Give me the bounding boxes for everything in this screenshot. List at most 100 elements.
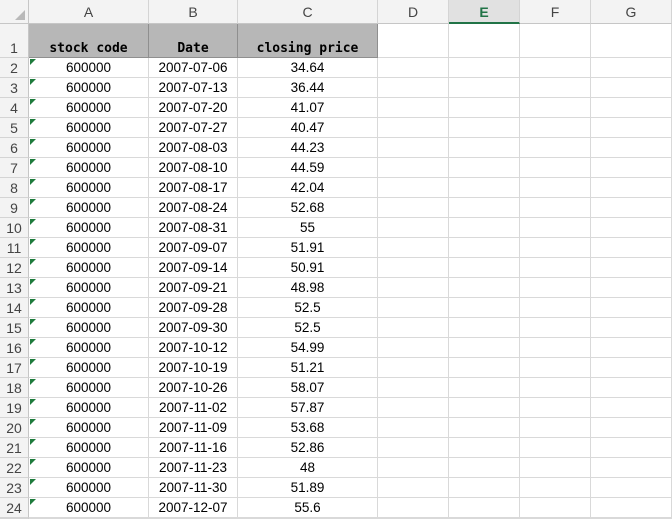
cell-a8[interactable]: 600000 [29, 178, 149, 198]
cell-f18[interactable] [520, 378, 591, 398]
row-header-19[interactable]: 19 [0, 398, 29, 418]
column-header-c[interactable]: C [238, 0, 378, 24]
column-header-b[interactable]: B [149, 0, 238, 24]
cell-d16[interactable] [378, 338, 449, 358]
cell-e18[interactable] [449, 378, 520, 398]
cell-e11[interactable] [449, 238, 520, 258]
cell-f17[interactable] [520, 358, 591, 378]
cell-a15[interactable]: 600000 [29, 318, 149, 338]
cell-a17[interactable]: 600000 [29, 358, 149, 378]
cell-c20[interactable]: 53.68 [238, 418, 378, 438]
cell-c12[interactable]: 50.91 [238, 258, 378, 278]
cell-g5[interactable] [591, 118, 672, 138]
cell-e20[interactable] [449, 418, 520, 438]
cell-e17[interactable] [449, 358, 520, 378]
cell-f11[interactable] [520, 238, 591, 258]
column-header-d[interactable]: D [378, 0, 449, 24]
cell-e2[interactable] [449, 58, 520, 78]
cell-g19[interactable] [591, 398, 672, 418]
cell-a22[interactable]: 600000 [29, 458, 149, 478]
cell-e9[interactable] [449, 198, 520, 218]
cell-g4[interactable] [591, 98, 672, 118]
cell-b6[interactable]: 2007-08-03 [149, 138, 238, 158]
cell-a16[interactable]: 600000 [29, 338, 149, 358]
cell-c3[interactable]: 36.44 [238, 78, 378, 98]
cell-d18[interactable] [378, 378, 449, 398]
cell-e24[interactable] [449, 498, 520, 518]
cell-g18[interactable] [591, 378, 672, 398]
cell-e19[interactable] [449, 398, 520, 418]
cell-a14[interactable]: 600000 [29, 298, 149, 318]
cell-g10[interactable] [591, 218, 672, 238]
cell-d3[interactable] [378, 78, 449, 98]
cell-d12[interactable] [378, 258, 449, 278]
cell-c18[interactable]: 58.07 [238, 378, 378, 398]
cell-g7[interactable] [591, 158, 672, 178]
cell-f23[interactable] [520, 478, 591, 498]
cell-c10[interactable]: 55 [238, 218, 378, 238]
cell-d24[interactable] [378, 498, 449, 518]
cell-d7[interactable] [378, 158, 449, 178]
cell-d15[interactable] [378, 318, 449, 338]
row-header-8[interactable]: 8 [0, 178, 29, 198]
cell-f1[interactable] [520, 24, 591, 58]
cell-c21[interactable]: 52.86 [238, 438, 378, 458]
cell-b21[interactable]: 2007-11-16 [149, 438, 238, 458]
cell-d10[interactable] [378, 218, 449, 238]
row-header-2[interactable]: 2 [0, 58, 29, 78]
cell-b5[interactable]: 2007-07-27 [149, 118, 238, 138]
cell-b12[interactable]: 2007-09-14 [149, 258, 238, 278]
cell-c23[interactable]: 51.89 [238, 478, 378, 498]
cell-c2[interactable]: 34.64 [238, 58, 378, 78]
column-header-f[interactable]: F [520, 0, 591, 24]
cell-c9[interactable]: 52.68 [238, 198, 378, 218]
cell-b15[interactable]: 2007-09-30 [149, 318, 238, 338]
cell-f3[interactable] [520, 78, 591, 98]
row-header-20[interactable]: 20 [0, 418, 29, 438]
cell-b9[interactable]: 2007-08-24 [149, 198, 238, 218]
cell-a7[interactable]: 600000 [29, 158, 149, 178]
row-header-9[interactable]: 9 [0, 198, 29, 218]
column-header-g[interactable]: G [591, 0, 672, 24]
cell-b20[interactable]: 2007-11-09 [149, 418, 238, 438]
row-header-18[interactable]: 18 [0, 378, 29, 398]
cell-f21[interactable] [520, 438, 591, 458]
cell-e14[interactable] [449, 298, 520, 318]
cell-g13[interactable] [591, 278, 672, 298]
cell-b11[interactable]: 2007-09-07 [149, 238, 238, 258]
cell-d13[interactable] [378, 278, 449, 298]
cell-g14[interactable] [591, 298, 672, 318]
cell-g22[interactable] [591, 458, 672, 478]
cell-e15[interactable] [449, 318, 520, 338]
cell-a24[interactable]: 600000 [29, 498, 149, 518]
cell-b18[interactable]: 2007-10-26 [149, 378, 238, 398]
cell-g21[interactable] [591, 438, 672, 458]
row-header-22[interactable]: 22 [0, 458, 29, 478]
header-cell-date[interactable]: Date [149, 24, 238, 58]
row-header-17[interactable]: 17 [0, 358, 29, 378]
cell-c19[interactable]: 57.87 [238, 398, 378, 418]
row-header-13[interactable]: 13 [0, 278, 29, 298]
cell-f5[interactable] [520, 118, 591, 138]
cell-f13[interactable] [520, 278, 591, 298]
column-header-a[interactable]: A [29, 0, 149, 24]
cell-f6[interactable] [520, 138, 591, 158]
cell-b8[interactable]: 2007-08-17 [149, 178, 238, 198]
cell-a19[interactable]: 600000 [29, 398, 149, 418]
cell-b3[interactable]: 2007-07-13 [149, 78, 238, 98]
cell-e13[interactable] [449, 278, 520, 298]
cell-f12[interactable] [520, 258, 591, 278]
cell-f8[interactable] [520, 178, 591, 198]
cell-a18[interactable]: 600000 [29, 378, 149, 398]
header-cell-closing-price[interactable]: closing price [238, 24, 378, 58]
cell-g12[interactable] [591, 258, 672, 278]
cell-d14[interactable] [378, 298, 449, 318]
cell-g1[interactable] [591, 24, 672, 58]
cell-c15[interactable]: 52.5 [238, 318, 378, 338]
row-header-11[interactable]: 11 [0, 238, 29, 258]
cell-d11[interactable] [378, 238, 449, 258]
cell-a10[interactable]: 600000 [29, 218, 149, 238]
cell-d5[interactable] [378, 118, 449, 138]
cell-e12[interactable] [449, 258, 520, 278]
cell-f2[interactable] [520, 58, 591, 78]
